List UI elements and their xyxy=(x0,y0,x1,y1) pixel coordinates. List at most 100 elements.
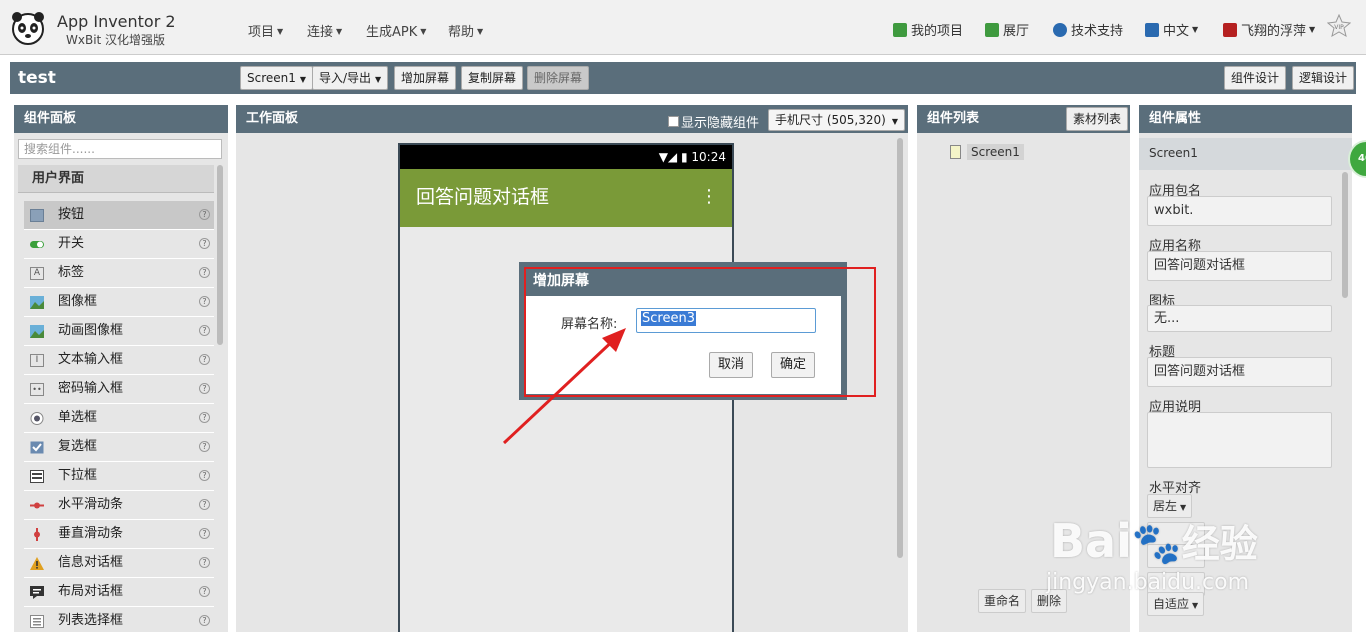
help-icon[interactable]: ? xyxy=(199,209,210,220)
chevron-down-icon: ▼ xyxy=(1309,25,1316,34)
switch-icon xyxy=(30,241,44,248)
help-icon[interactable]: ? xyxy=(199,238,210,249)
sizing-select[interactable]: 自适应 ▼ xyxy=(1147,592,1205,616)
image-icon xyxy=(30,296,44,309)
language-menu[interactable]: 中文 ▼ xyxy=(1145,20,1198,39)
palette-category-user-interface[interactable]: 用户界面 xyxy=(18,165,214,193)
show-hidden-toggle[interactable]: 显示隐藏组件 xyxy=(668,112,759,131)
palette-item-password[interactable]: •• 密码输入框 ? xyxy=(24,375,214,404)
selected-component-name: Screen1 xyxy=(1139,138,1352,170)
palette-scrollbar[interactable] xyxy=(217,165,223,345)
radio-icon xyxy=(30,412,44,425)
palette-item-label[interactable]: A 标签 ? xyxy=(24,259,214,288)
palette-item-switch[interactable]: 开关 ? xyxy=(24,230,214,259)
help-icon[interactable]: ? xyxy=(199,441,210,452)
menu-project[interactable]: 项目 ▼ xyxy=(248,21,283,40)
help-icon[interactable]: ? xyxy=(199,296,210,307)
palette-item-list-picker[interactable]: 列表选择框 ? xyxy=(24,607,214,632)
viewer-scrollbar[interactable] xyxy=(897,138,903,558)
palette-item-radio[interactable]: 单选框 ? xyxy=(24,404,214,433)
vip-badge-icon: VIP xyxy=(1327,14,1351,38)
help-icon[interactable]: ? xyxy=(199,354,210,365)
checkbox-icon[interactable] xyxy=(668,116,679,127)
import-export-button[interactable]: 导入/导出 ▼ xyxy=(312,66,389,90)
chevron-down-icon: ▼ xyxy=(1192,601,1199,610)
icon-field[interactable]: 无... xyxy=(1147,305,1332,332)
properties-scrollbar[interactable] xyxy=(1342,172,1348,298)
dialog-icon xyxy=(30,586,44,599)
delete-screen-button[interactable]: 删除屏幕 xyxy=(527,66,590,90)
avatar xyxy=(1223,22,1237,37)
watermark-url: jingyan.baidu.com xyxy=(1046,570,1250,595)
properties-header: 组件属性 xyxy=(1139,105,1352,133)
palette-item-checkbox[interactable]: 复选框 ? xyxy=(24,433,214,462)
phone-size-select[interactable]: 手机尺寸 (505,320) ▼ xyxy=(768,109,905,131)
chevron-down-icon: ▼ xyxy=(420,27,427,36)
palette-item-notifier[interactable]: 信息对话框 ? xyxy=(24,549,214,578)
help-icon[interactable]: ? xyxy=(199,412,210,423)
title-field[interactable]: 回答问题对话框 xyxy=(1147,357,1332,387)
paw-icon: 🐾 xyxy=(1131,521,1182,567)
menu-build-apk[interactable]: 生成APK ▼ xyxy=(366,21,426,40)
list-icon xyxy=(893,22,907,37)
palette-item-v-slider[interactable]: 垂直滑动条 ? xyxy=(24,520,214,549)
palette-item-image[interactable]: 图像框 ? xyxy=(24,288,214,317)
component-search-input[interactable]: 搜索组件...... xyxy=(18,139,222,159)
rename-button[interactable]: 重命名 xyxy=(978,589,1027,613)
palette-header: 组件面板 xyxy=(14,105,228,133)
chevron-down-icon: ▼ xyxy=(891,117,898,126)
app-subtitle: WxBit 汉化增强版 xyxy=(66,33,166,47)
media-list-button[interactable]: 素材列表 xyxy=(1066,107,1129,131)
animated-image-icon xyxy=(30,325,44,338)
svg-text:VIP: VIP xyxy=(1334,24,1344,31)
blocks-button[interactable]: 逻辑设计 xyxy=(1292,66,1355,90)
button-icon xyxy=(30,209,44,222)
app-name-field[interactable]: 回答问题对话框 xyxy=(1147,251,1332,281)
package-field[interactable]: wxbit. xyxy=(1147,196,1332,226)
top-navigation-bar: App Inventor 2 WxBit 汉化增强版 项目 ▼ 连接 ▼ 生成APK… xyxy=(0,0,1366,55)
tree-item-screen1[interactable]: Screen1 xyxy=(950,144,1024,160)
panda-logo-icon xyxy=(12,12,44,45)
help-icon[interactable]: ? xyxy=(199,383,210,394)
menu-help[interactable]: 帮助 ▼ xyxy=(448,21,483,40)
help-icon[interactable]: ? xyxy=(199,528,210,539)
checkbox-icon xyxy=(30,441,44,454)
palette-item-textbox[interactable]: I 文本输入框 ? xyxy=(24,346,214,375)
help-icon[interactable]: ? xyxy=(199,615,210,626)
palette-item-h-slider[interactable]: 水平滑动条 ? xyxy=(24,491,214,520)
grid-icon xyxy=(985,22,999,37)
password-icon: •• xyxy=(30,383,44,396)
help-icon[interactable]: ? xyxy=(199,470,210,481)
help-icon[interactable]: ? xyxy=(199,499,210,510)
support-link[interactable]: 技术支持 xyxy=(1053,20,1123,39)
help-icon[interactable]: ? xyxy=(199,586,210,597)
app-title: App Inventor 2 xyxy=(57,12,176,31)
designer-button[interactable]: 组件设计 xyxy=(1224,66,1287,90)
chevron-down-icon: ▼ xyxy=(375,75,382,84)
copy-screen-button[interactable]: 复制屏幕 xyxy=(461,66,524,90)
my-projects-link[interactable]: 我的项目 xyxy=(893,20,963,39)
user-menu[interactable]: 飞翔的浮萍 ▼ xyxy=(1223,20,1315,39)
vertical-slider-icon xyxy=(34,528,40,541)
screen-select[interactable]: Screen1 ▼ xyxy=(240,66,314,90)
gallery-link[interactable]: 展厅 xyxy=(985,20,1029,39)
list-picker-icon xyxy=(30,615,44,628)
palette-item-layout-dialog[interactable]: 布局对话框 ? xyxy=(24,578,214,607)
menu-connect[interactable]: 连接 ▼ xyxy=(307,21,342,40)
help-icon[interactable]: ? xyxy=(199,267,210,278)
textbox-icon: I xyxy=(30,354,44,367)
screen-title: 回答问题对话框 xyxy=(416,186,550,208)
help-icon[interactable]: ? xyxy=(199,325,210,336)
project-name: test xyxy=(18,68,56,88)
palette-item-animated-image[interactable]: 动画图像框 ? xyxy=(24,317,214,346)
qq-icon xyxy=(1053,22,1067,37)
chevron-down-icon: ▼ xyxy=(477,27,484,36)
phone-action-bar: 回答问题对话框 ⋮ xyxy=(400,169,732,227)
add-screen-button[interactable]: 增加屏幕 xyxy=(394,66,457,90)
palette-item-button[interactable]: 按钮 ? xyxy=(24,201,214,230)
warning-icon xyxy=(30,557,44,570)
help-icon[interactable]: ? xyxy=(199,557,210,568)
palette-item-spinner[interactable]: 下拉框 ? xyxy=(24,462,214,491)
description-field[interactable] xyxy=(1147,412,1332,468)
chevron-down-icon: ▼ xyxy=(1180,503,1187,512)
